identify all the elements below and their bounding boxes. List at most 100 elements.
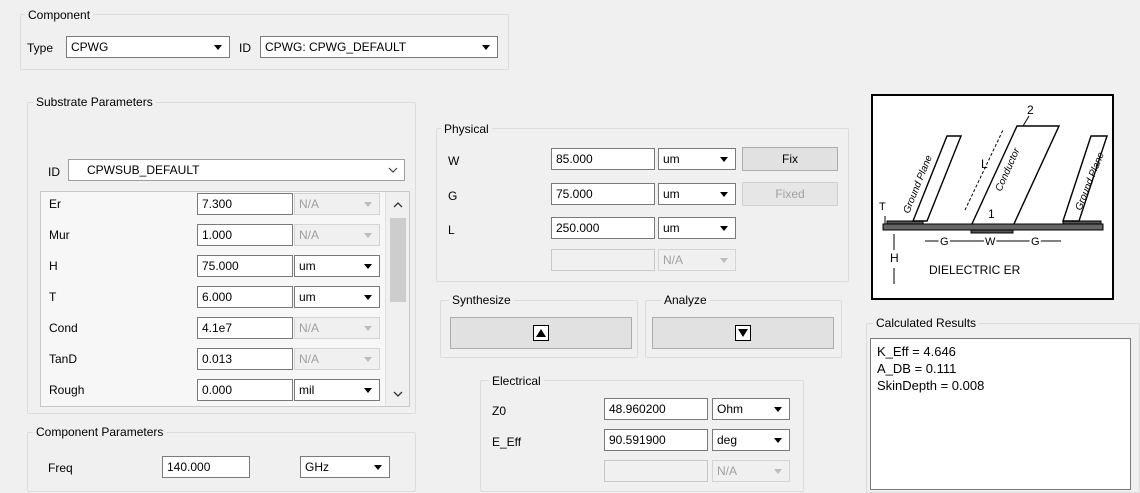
substrate-row-tand: TanD 0.013 N/A xyxy=(41,347,409,371)
physical-extra-unit-value: N/A xyxy=(663,253,684,267)
chevron-down-icon xyxy=(720,258,728,263)
row-label: Cond xyxy=(49,321,78,335)
port-2-label: 2 xyxy=(1027,103,1034,117)
component-group-title: Component xyxy=(25,8,94,22)
type-select[interactable]: CPWG xyxy=(66,36,230,58)
substrate-row-er: Er 7.300 N/A xyxy=(41,192,409,216)
result-line: SkinDepth = 0.008 xyxy=(877,378,985,393)
rough-unit-select[interactable]: mil xyxy=(294,379,380,401)
t-value-input[interactable]: 6.000 xyxy=(197,286,293,308)
chevron-down-icon xyxy=(364,264,372,269)
substrate-id-select[interactable]: CPWSUB_DEFAULT xyxy=(68,159,405,181)
chevron-down-icon xyxy=(214,45,222,50)
t-unit-value: um xyxy=(299,290,316,304)
substrate-scrollbar[interactable] xyxy=(385,192,409,406)
triangle-down-icon xyxy=(735,325,751,341)
scroll-down-icon[interactable] xyxy=(393,391,403,398)
scroll-up-icon[interactable] xyxy=(393,201,403,208)
h-value-input[interactable]: 75.000 xyxy=(197,255,293,277)
analyze-button[interactable] xyxy=(652,317,834,349)
l-label: L xyxy=(448,223,455,237)
g-unit-value: um xyxy=(663,187,680,201)
h-unit-select[interactable]: um xyxy=(294,255,380,277)
freq-unit-select[interactable]: GHz xyxy=(300,456,390,478)
dielectric-label: DIELECTRIC ER xyxy=(929,263,1021,277)
w-input[interactable]: 85.000 xyxy=(551,148,655,170)
freq-unit-value: GHz xyxy=(305,460,329,474)
substrate-row-cond: Cond 4.1e7 N/A xyxy=(41,316,409,340)
substrate-row-mur: Mur 1.000 N/A xyxy=(41,223,409,247)
scrollbar-thumb[interactable] xyxy=(390,218,406,302)
component-id-select-value: CPWG: CPWG_DEFAULT xyxy=(265,40,407,54)
g-input[interactable]: 75.000 xyxy=(551,183,655,205)
substrate-row-t: T 6.000 um xyxy=(41,285,409,309)
chevron-down-icon xyxy=(720,226,728,231)
row-label: T xyxy=(49,290,57,304)
port-1-label: 1 xyxy=(988,207,995,221)
electrical-extra-unit-value: N/A xyxy=(717,464,738,478)
z0-unit-select[interactable]: Ohm xyxy=(712,398,790,420)
w-label: W xyxy=(448,154,460,168)
chevron-down-icon xyxy=(364,202,372,207)
z0-input[interactable]: 48.960200 xyxy=(604,398,708,420)
h-dim-label: H xyxy=(890,251,899,265)
l-input[interactable]: 250.000 xyxy=(551,217,655,239)
rough-unit-value: mil xyxy=(299,383,315,397)
electrical-extra-input xyxy=(604,460,708,482)
substrate-grid[interactable]: Er 7.300 N/A Mur 1.000 N/A H 75.000 um T… xyxy=(40,191,410,407)
h-unit-value: um xyxy=(299,259,316,273)
tand-unit-value: N/A xyxy=(299,352,320,366)
results-textbox[interactable]: K_Eff = 4.646 A_DB = 0.111 SkinDepth = 0… xyxy=(870,338,1131,490)
z0-unit-value: Ohm xyxy=(717,402,744,416)
id-label: ID xyxy=(239,41,251,55)
cond-unit-value: N/A xyxy=(299,321,320,335)
row-label: TanD xyxy=(49,352,78,366)
g-unit-select[interactable]: um xyxy=(658,183,736,205)
chevron-down-icon xyxy=(482,45,490,50)
rough-value-input[interactable]: 0.000 xyxy=(197,379,293,401)
fix-button[interactable]: Fix xyxy=(742,147,838,171)
eeff-input[interactable]: 90.591900 xyxy=(604,429,708,451)
cond-value-input[interactable]: 4.1e7 xyxy=(197,317,293,339)
freq-input[interactable]: 140.000 xyxy=(162,456,250,478)
er-value-input[interactable]: 7.300 xyxy=(197,193,293,215)
fixed-button[interactable]: Fixed xyxy=(742,182,838,206)
substrate-row-h: H 75.000 um xyxy=(41,254,409,278)
t-dim-label: T xyxy=(879,201,886,213)
eeff-unit-select[interactable]: deg xyxy=(712,429,790,451)
row-label: Rough xyxy=(49,383,85,397)
mur-value-input[interactable]: 1.000 xyxy=(197,224,293,246)
w-unit-value: um xyxy=(663,152,680,166)
component-params-title: Component Parameters xyxy=(33,425,167,439)
type-label: Type xyxy=(27,41,54,55)
g-dim-label-left: G xyxy=(940,236,949,248)
physical-extra-input xyxy=(551,249,655,271)
row-label: H xyxy=(49,259,58,273)
t-unit-select[interactable]: um xyxy=(294,286,380,308)
chevron-down-icon xyxy=(364,326,372,331)
cond-unit-select: N/A xyxy=(294,317,380,339)
l-unit-value: um xyxy=(663,221,680,235)
row-label: Mur xyxy=(49,228,70,242)
chevron-down-icon xyxy=(364,357,372,362)
analyze-title: Analyze xyxy=(661,293,710,307)
freq-label: Freq xyxy=(48,461,73,475)
l-unit-select[interactable]: um xyxy=(658,217,736,239)
cpwg-diagram: Ground Plane Conductor Ground Plane L 2 … xyxy=(871,94,1114,300)
synthesize-button[interactable] xyxy=(450,317,632,349)
chevron-down-icon xyxy=(364,295,372,300)
tand-value-input[interactable]: 0.013 xyxy=(197,348,293,370)
g-label: G xyxy=(448,189,458,203)
er-unit-select: N/A xyxy=(294,193,380,215)
electrical-title: Electrical xyxy=(489,374,544,388)
physical-extra-unit-select: N/A xyxy=(658,249,736,271)
substrate-id-label: ID xyxy=(48,165,60,179)
component-id-select[interactable]: CPWG: CPWG_DEFAULT xyxy=(260,36,498,58)
w-unit-select[interactable]: um xyxy=(658,148,736,170)
physical-group-title: Physical xyxy=(441,122,492,136)
chevron-down-icon xyxy=(774,438,782,443)
cpwg-cross-section-diagram: Ground Plane Conductor Ground Plane L 2 … xyxy=(879,103,1108,284)
substrate-row-rough: Rough 0.000 mil xyxy=(41,378,409,402)
chevron-down-icon xyxy=(774,469,782,474)
substrate-id-select-value: CPWSUB_DEFAULT xyxy=(87,163,200,177)
